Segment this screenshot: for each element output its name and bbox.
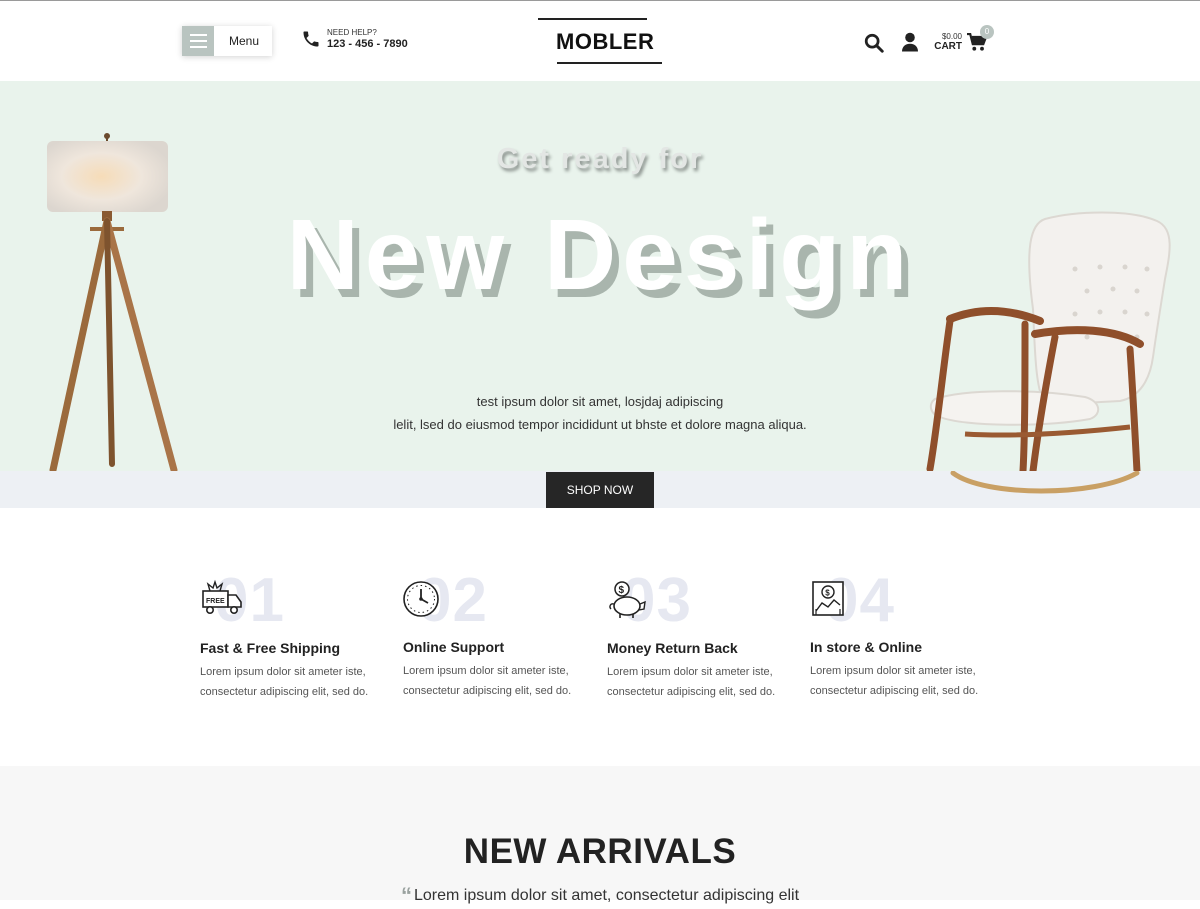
new-arrivals-subtitle-text: Lorem ipsum dolor sit amet, consectetur … — [413, 887, 800, 904]
hero-banner: Get ready for New Design test ipsum dolo… — [0, 81, 1200, 475]
feature-title: In store & Online — [810, 639, 923, 655]
hero-heading: New Design — [286, 199, 914, 311]
clock-icon — [403, 581, 439, 617]
quote-icon: “ — [400, 883, 412, 908]
hero-text-line-1: test ipsum dolor sit amet, losjdaj adipi… — [476, 394, 724, 409]
phone-icon — [303, 31, 319, 47]
hero-subheading: Get ready for — [496, 143, 704, 175]
site-logo[interactable]: MOBLER — [538, 18, 662, 64]
feature-title: Money Return Back — [607, 640, 738, 656]
feature-description: Lorem ipsum dolor sit ameter iste, consec… — [810, 665, 979, 697]
new-arrivals-title: NEW ARRIVALS — [463, 832, 737, 871]
feature-shipping: 01 FREE Fast & Free Shipping Lorem ipsum… — [200, 565, 390, 705]
svg-text:$: $ — [825, 589, 830, 598]
cart-label: CART — [934, 41, 962, 52]
free-delivery-truck-icon: FREE — [202, 579, 242, 614]
feature-title: Online Support — [403, 639, 505, 655]
feature-support: 02 Online Support Lorem ipsum dolor sit … — [403, 565, 593, 705]
svg-text:FREE: FREE — [206, 598, 225, 605]
store-online-icon: $ — [812, 581, 844, 616]
menu-label: Menu — [229, 34, 260, 48]
new-arrivals-subtitle: “Lorem ipsum dolor sit amet, consectetur… — [0, 883, 1200, 909]
logo-text: MOBLER — [556, 29, 655, 54]
hamburger-icon — [182, 26, 214, 56]
feature-store-online: 04 $ In store & Online Lorem ipsum dolor… — [810, 565, 1000, 705]
svg-text:$: $ — [619, 585, 625, 596]
feature-money-back: 03 $ Money Return Back Lorem ipsum dolor… — [607, 565, 797, 705]
cart-amount: $0.00 — [941, 32, 962, 41]
shop-now-button[interactable]: SHOP NOW — [546, 472, 654, 508]
user-icon[interactable] — [901, 32, 919, 52]
cart-summary[interactable]: $0.00 CART — [934, 32, 962, 52]
feature-description: Lorem ipsum dolor sit ameter iste, consec… — [607, 666, 776, 698]
help-label: NEED HELP? — [327, 28, 377, 37]
feature-description: Lorem ipsum dolor sit ameter iste, consec… — [403, 665, 572, 697]
menu-button[interactable]: Menu — [182, 26, 272, 56]
feature-description: Lorem ipsum dolor sit ameter iste, consec… — [200, 666, 369, 698]
feature-title: Fast & Free Shipping — [200, 640, 341, 656]
cart-count-badge: 0 — [980, 25, 994, 39]
hero-text-line-2: lelit, lsed do eiusmod tempor incididunt… — [393, 417, 807, 432]
site-header: Menu NEED HELP? 123 - 456 - 7890 MOBLER … — [0, 1, 1200, 81]
piggy-bank-icon: $ — [609, 581, 646, 618]
search-icon[interactable] — [863, 32, 885, 54]
phone-number[interactable]: 123 - 456 - 7890 — [327, 38, 408, 50]
chair-rocker-image — [950, 471, 1140, 494]
